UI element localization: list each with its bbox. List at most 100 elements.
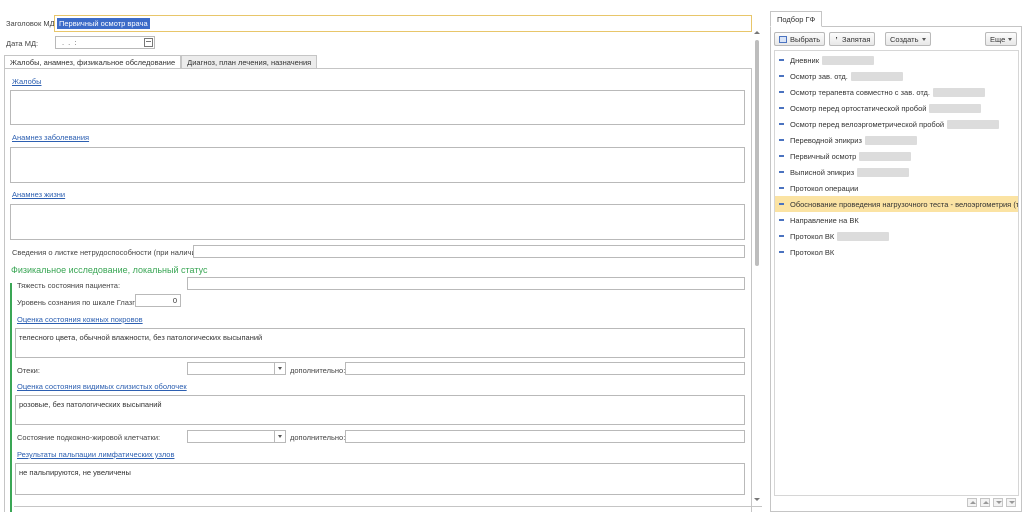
- move-top-button[interactable]: [967, 498, 977, 507]
- list-item[interactable]: Выписной эпикриз: [775, 164, 1018, 180]
- edema-select[interactable]: [187, 362, 286, 375]
- skin-textarea[interactable]: телесного цвета, обычной влажности, без …: [15, 328, 745, 358]
- list-item-label: Осмотр зав. отд.: [790, 71, 848, 81]
- severity-input[interactable]: [187, 277, 745, 290]
- item-marker-icon: [779, 139, 784, 141]
- list-item-label: Выписной эпикриз: [790, 167, 855, 177]
- move-up-button[interactable]: [980, 498, 990, 507]
- tab-template-picker[interactable]: Подбор ГФ: [770, 11, 823, 27]
- comma-icon: ’: [835, 34, 838, 44]
- app-window: Заголовок МД: Первичный осмотр врача Дат…: [0, 0, 1024, 512]
- redacted-text: [864, 135, 917, 145]
- anamnesis-disease-textarea[interactable]: [10, 147, 745, 183]
- redacted-text: [947, 119, 1000, 129]
- select-icon: [779, 35, 787, 43]
- form-tabs: Жалобы, анамнез, физикальное обследовани…: [4, 55, 318, 69]
- tab-diagnosis-plan[interactable]: Диагноз, план лечения, назначения: [181, 55, 318, 69]
- anamnesis-life-link[interactable]: Анамнез жизни: [12, 190, 65, 199]
- fat-additional-input[interactable]: [345, 430, 745, 443]
- move-down-icon: [996, 501, 1002, 504]
- complaints-textarea[interactable]: [10, 90, 745, 125]
- create-button-label: Создать: [890, 34, 919, 44]
- list-item[interactable]: Протокол ВК: [775, 244, 1018, 260]
- glasgow-label: Уровень сознания по шкале Глазго:: [17, 298, 142, 307]
- list-item-label: Дневник: [790, 55, 819, 65]
- anamnesis-disease-link[interactable]: Анамнез заболевания: [12, 133, 89, 142]
- comma-button[interactable]: ’ Запятая: [829, 32, 876, 46]
- item-marker-icon: [779, 171, 784, 173]
- redacted-text: [822, 55, 874, 65]
- list-item-label: Осмотр перед ортостатической пробой: [790, 103, 927, 113]
- item-marker-icon: [779, 219, 784, 221]
- more-button[interactable]: Еще: [985, 32, 1018, 46]
- list-item[interactable]: Направление на ВК: [775, 212, 1018, 228]
- move-bottom-button[interactable]: [1006, 498, 1016, 507]
- list-item[interactable]: Осмотр перед ортостатической пробой: [775, 100, 1018, 116]
- redacted-text: [933, 87, 986, 97]
- tab-complaints-anamnesis[interactable]: Жалобы, анамнез, физикальное обследовани…: [4, 55, 182, 69]
- template-picker-panel: Подбор ГФ Выбрать ’ Запятая Создать Еще …: [768, 8, 1024, 512]
- list-item-label: Переводной эпикриз: [790, 135, 862, 145]
- lymph-textarea[interactable]: не пальпируются, не увеличены: [15, 463, 745, 495]
- date-mask: . . :: [62, 38, 78, 47]
- item-marker-icon: [779, 155, 784, 157]
- severity-label: Тяжесть состояния пациента:: [17, 281, 121, 290]
- edema-label: Отеки:: [17, 366, 40, 375]
- skin-link[interactable]: Оценка состояния кожных покровов: [17, 315, 143, 324]
- title-input[interactable]: Первичный осмотр врача: [54, 15, 752, 32]
- item-marker-icon: [779, 187, 784, 189]
- item-marker-icon: [779, 235, 784, 237]
- move-down-button[interactable]: [993, 498, 1003, 507]
- list-item-label: Протокол операции: [790, 183, 859, 193]
- title-value: Первичный осмотр врача: [57, 18, 150, 29]
- select-button[interactable]: Выбрать: [774, 32, 826, 46]
- fat-label: Состояние подкожно-жировой клетчатки:: [17, 433, 161, 442]
- redacted-text: [857, 167, 910, 177]
- anamnesis-life-textarea[interactable]: [10, 204, 745, 240]
- scroll-up-icon[interactable]: [754, 30, 760, 36]
- template-list: Дневник Осмотр зав. отд. Осмотр терапевт…: [774, 50, 1019, 496]
- redacted-text: [850, 71, 903, 81]
- edema-additional-input[interactable]: [345, 362, 745, 375]
- form-scrollbar[interactable]: [754, 30, 760, 503]
- item-marker-icon: [779, 251, 784, 253]
- comma-button-label: Запятая: [842, 34, 871, 44]
- mucosa-link[interactable]: Оценка состояния видимых слизистых оболо…: [17, 382, 187, 391]
- list-item[interactable]: Осмотр перед велоэргометрической пробой: [775, 116, 1018, 132]
- list-item[interactable]: Переводной эпикриз: [775, 132, 1018, 148]
- item-marker-icon: [779, 107, 784, 109]
- lymph-link[interactable]: Результаты пальпации лимфатических узлов: [17, 450, 174, 459]
- item-marker-icon: [779, 123, 784, 125]
- scroll-thumb[interactable]: [755, 40, 759, 266]
- list-item[interactable]: Осмотр терапевта совместно с зав. отд.: [775, 84, 1018, 100]
- list-item-label: Обоснование проведения нагрузочного тест…: [790, 199, 1018, 209]
- list-item[interactable]: Дневник: [775, 52, 1018, 68]
- complaints-link[interactable]: Жалобы: [12, 77, 42, 86]
- list-item[interactable]: Первичный осмотр: [775, 148, 1018, 164]
- sick-leave-label: Сведения о листке нетрудоспособности (пр…: [12, 248, 205, 257]
- calendar-icon[interactable]: [144, 38, 153, 47]
- move-up-icon: [983, 501, 989, 504]
- chevron-down-icon[interactable]: [274, 431, 285, 442]
- item-marker-icon: [779, 203, 784, 205]
- glasgow-input[interactable]: 0: [135, 294, 181, 307]
- list-item[interactable]: Осмотр зав. отд.: [775, 68, 1018, 84]
- more-button-label: Еще: [990, 34, 1006, 44]
- title-label: Заголовок МД:: [6, 19, 57, 28]
- status-strip: [14, 506, 762, 512]
- fat-select[interactable]: [187, 430, 286, 443]
- redacted-text: [859, 151, 912, 161]
- create-button[interactable]: Создать: [885, 32, 931, 46]
- scroll-down-icon[interactable]: [754, 497, 760, 503]
- date-input[interactable]: . . :: [55, 36, 155, 49]
- physical-section-title: Физикальное исследование, локальный стат…: [11, 265, 208, 275]
- sick-leave-input[interactable]: [193, 245, 745, 258]
- chevron-down-icon[interactable]: [274, 363, 285, 374]
- list-item-selected[interactable]: Обоснование проведения нагрузочного тест…: [775, 196, 1018, 212]
- list-item[interactable]: Протокол операции: [775, 180, 1018, 196]
- list-item-label: Осмотр терапевта совместно с зав. отд.: [790, 87, 931, 97]
- list-item[interactable]: Протокол ВК: [775, 228, 1018, 244]
- redacted-text: [929, 103, 982, 113]
- mucosa-textarea[interactable]: розовые, без патологических высыпаний: [15, 395, 745, 425]
- list-item-label: Осмотр перед велоэргометрической пробой: [790, 119, 945, 129]
